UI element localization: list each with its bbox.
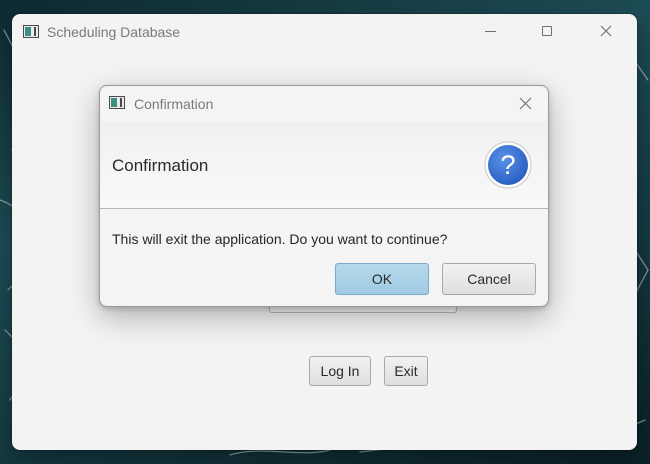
dialog-app-icon: [109, 96, 125, 109]
confirmation-dialog: Confirmation Confirmation ? This will ex…: [99, 85, 549, 307]
minimize-button[interactable]: [467, 14, 513, 48]
main-titlebar[interactable]: Scheduling Database: [12, 14, 637, 50]
dialog-title: Confirmation: [134, 96, 214, 112]
dialog-titlebar[interactable]: Confirmation: [100, 86, 548, 122]
main-window-title: Scheduling Database: [47, 24, 181, 40]
dialog-header: Confirmation: [100, 122, 548, 209]
dialog-close-button[interactable]: [510, 90, 542, 118]
maximize-button[interactable]: [524, 14, 570, 48]
window-close-button[interactable]: [583, 14, 629, 48]
maximize-icon: [542, 26, 552, 36]
minimize-icon: [484, 30, 496, 32]
cancel-button[interactable]: Cancel: [442, 263, 536, 295]
dialog-header-text: Confirmation: [112, 156, 209, 175]
close-icon: [519, 97, 532, 110]
question-glyph: ?: [500, 150, 515, 180]
question-icon: ?: [484, 141, 532, 189]
login-button[interactable]: Log In: [309, 356, 371, 386]
ok-button[interactable]: OK: [335, 263, 429, 295]
app-window-icon: [23, 25, 39, 38]
exit-button[interactable]: Exit: [384, 356, 428, 386]
close-icon: [600, 25, 612, 37]
dialog-message: This will exit the application. Do you w…: [112, 231, 448, 247]
